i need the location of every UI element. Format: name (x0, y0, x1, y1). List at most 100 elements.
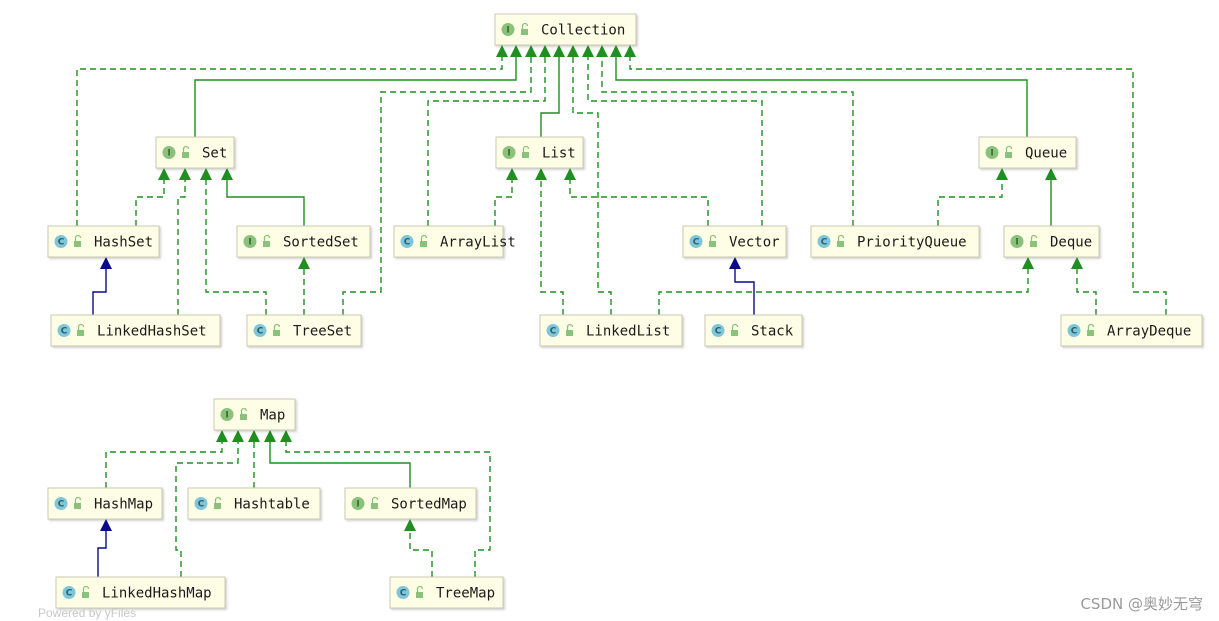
edge-arraydeque-to-deque (1071, 257, 1097, 315)
node-label: Vector (729, 235, 780, 251)
node-hashtable[interactable]: C Hashtable (187, 487, 321, 520)
edge-stack-to-vector (729, 257, 755, 315)
node-stack[interactable]: C Stack (704, 314, 803, 347)
node-priorityqueue[interactable]: C PriorityQueue (810, 225, 980, 258)
arrowhead-icon (1071, 257, 1083, 269)
badge-letter: C (550, 327, 557, 337)
node-label: TreeSet (293, 324, 352, 340)
node-linkedlist[interactable]: C LinkedList (539, 314, 683, 347)
node-deque[interactable]: I Deque (1003, 225, 1100, 258)
arrowhead-icon (248, 430, 260, 442)
powered-by-footer: Powered by yFiles (38, 606, 137, 620)
edge-set-to-collection (194, 45, 522, 137)
nodes-layer: I Collection I Set I List I Queue C HashSet I Sorte… (47, 13, 1203, 609)
node-label: Stack (751, 324, 794, 340)
arrowhead-icon (179, 168, 191, 180)
edge-treemap-to-sortedmap (404, 519, 433, 577)
node-sortedmap[interactable]: I SortedMap (344, 487, 477, 520)
arrowhead-icon (996, 168, 1008, 180)
badge-letter: C (198, 500, 205, 510)
arrowhead-icon (510, 45, 522, 57)
badge-letter: I (356, 500, 359, 510)
node-treeset[interactable]: C TreeSet (246, 314, 362, 347)
edge-line (105, 442, 223, 488)
node-label: ArrayList (440, 235, 516, 251)
arrowhead-icon (200, 168, 212, 180)
edge-line (269, 442, 411, 488)
edge-hashtable-to-map (248, 430, 260, 488)
badge-letter: I (225, 411, 228, 421)
badge-letter: I (506, 26, 509, 36)
node-label: Queue (1025, 146, 1067, 162)
node-vector[interactable]: C Vector (682, 225, 787, 258)
node-map[interactable]: I Map (213, 398, 296, 431)
edge-arraylist-to-collection (427, 45, 551, 226)
arrowhead-icon (506, 168, 518, 180)
badge-letter: C (715, 327, 722, 337)
arrowhead-icon (610, 45, 622, 57)
edge-arraylist-to-list (494, 168, 518, 226)
node-label: LinkedHashMap (102, 586, 212, 602)
arrowhead-icon (525, 45, 537, 57)
node-label: LinkedList (586, 324, 670, 340)
node-arraydeque[interactable]: C ArrayDeque (1060, 314, 1203, 347)
arrowhead-icon (535, 168, 547, 180)
edge-linkedhashset-to-set (177, 168, 191, 315)
badge-letter: C (821, 238, 828, 248)
badge-letter: I (990, 149, 993, 159)
edge-line (540, 57, 560, 137)
edge-hashmap-to-map (105, 430, 228, 488)
arrowhead-icon (567, 45, 579, 57)
node-linkedhashset[interactable]: C LinkedHashSet (50, 314, 221, 347)
edge-priorityqueue-to-collection (596, 45, 854, 226)
badge-letter: C (61, 327, 68, 337)
node-collection[interactable]: I Collection (494, 13, 637, 46)
edge-line (629, 57, 1167, 315)
edge-line (76, 57, 503, 226)
node-label: PriorityQueue (857, 235, 967, 251)
node-treemap[interactable]: C TreeMap (389, 576, 504, 609)
edge-sortedset-to-set (221, 168, 305, 226)
arrowhead-icon (729, 257, 741, 269)
edge-line (226, 180, 305, 226)
node-set[interactable]: I Set (155, 136, 235, 169)
node-queue[interactable]: I Queue (978, 136, 1077, 169)
node-label: Map (260, 408, 285, 424)
node-label: Hashtable (234, 497, 310, 513)
node-arraylist[interactable]: C ArrayList (393, 225, 516, 258)
edge-hashset-to-set (135, 168, 170, 226)
arrowhead-icon (404, 519, 416, 531)
node-label: LinkedHashSet (97, 324, 207, 340)
node-label: HashSet (94, 235, 153, 251)
badge-letter: C (404, 238, 411, 248)
edge-line (572, 57, 612, 315)
arrowhead-icon (298, 257, 310, 269)
arrowhead-icon (1022, 257, 1034, 269)
arrowhead-icon (232, 430, 244, 442)
node-hashmap[interactable]: C HashMap (47, 487, 163, 520)
edge-line (135, 180, 165, 226)
node-label: Set (202, 146, 227, 162)
edge-line (342, 57, 532, 315)
edge-line (937, 180, 1003, 226)
edge-line (540, 180, 564, 315)
node-label: Deque (1050, 235, 1092, 251)
node-hashset[interactable]: C HashSet (47, 225, 160, 258)
node-list[interactable]: I List (495, 136, 584, 169)
badge-letter: C (693, 238, 700, 248)
edge-queue-to-collection (610, 45, 1028, 137)
edge-linkedhashset-to-hashset (92, 257, 112, 315)
badge-letter: C (58, 500, 65, 510)
node-linkedhashmap[interactable]: C LinkedHashMap (55, 576, 226, 609)
arrowhead-icon (596, 45, 608, 57)
arrowhead-icon (216, 430, 228, 442)
node-label: ArrayDeque (1107, 324, 1191, 340)
arrowhead-icon (539, 45, 551, 57)
arrowhead-icon (564, 168, 576, 180)
arrowhead-icon (582, 45, 594, 57)
node-sortedset[interactable]: I SortedSet (236, 225, 371, 258)
arrowhead-icon (280, 430, 292, 442)
badge-letter: C (400, 589, 407, 599)
badge-letter: I (167, 149, 170, 159)
edge-line (97, 531, 107, 577)
